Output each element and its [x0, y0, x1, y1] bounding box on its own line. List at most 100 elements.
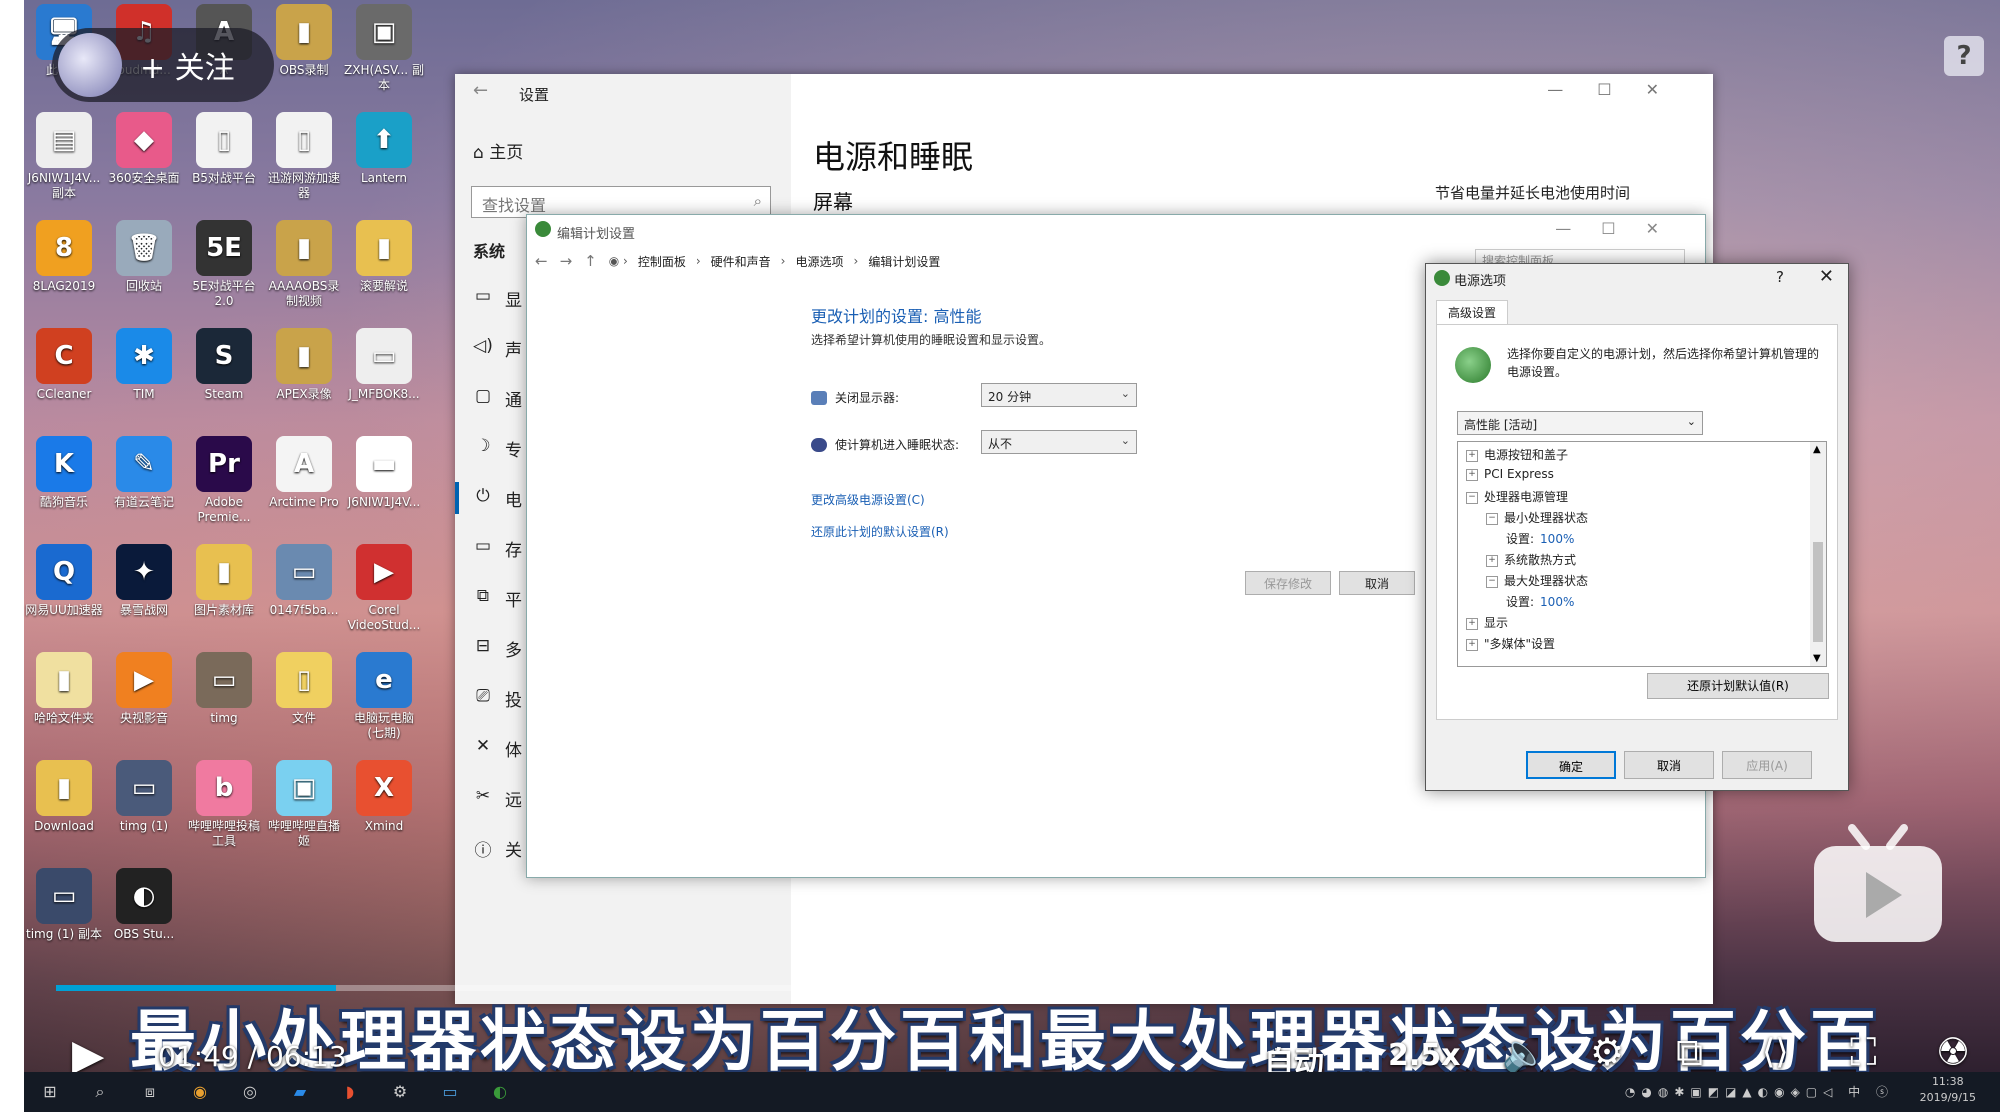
scroll-down-icon[interactable]: ▼ — [1813, 653, 1821, 664]
settings-gear-icon[interactable]: ⚙ — [1590, 1030, 1624, 1074]
desktop-icon[interactable]: ▤ J6NIW1J4V... 副本 — [24, 112, 104, 201]
nav-forward-icon[interactable]: → — [560, 252, 573, 270]
tree-node[interactable]: + 显示 — [1466, 614, 1508, 631]
desktop-icon[interactable]: ▮ 图片素材库 — [184, 544, 264, 618]
tree-node[interactable]: − 处理器电源管理 — [1466, 488, 1568, 505]
desktop-icon[interactable]: ⬆ Lantern — [344, 112, 424, 186]
expand-icon[interactable]: + — [1466, 468, 1478, 481]
danmaku-icon[interactable]: ☢ — [1936, 1030, 1970, 1074]
follow-label[interactable]: + 关注 — [140, 43, 235, 87]
desktop-icon[interactable]: ▬ J6NIW1J4V... — [344, 436, 424, 510]
app-icon[interactable]: ◎ — [238, 1080, 262, 1104]
desktop-icon[interactable]: Q 网易UU加速器 — [24, 544, 104, 618]
close-icon[interactable]: ✕ — [1819, 266, 1834, 287]
breadcrumb-edit-plan[interactable]: 编辑计划设置 — [868, 253, 940, 270]
nav-back-icon[interactable]: ← — [535, 252, 548, 270]
expand-icon[interactable]: + — [1466, 617, 1478, 630]
desktop-icon[interactable]: C CCleaner — [24, 328, 104, 402]
start-icon[interactable]: ⊞ — [38, 1080, 62, 1104]
tree-node[interactable]: 设置: 100% — [1506, 593, 1574, 610]
widescreen-icon[interactable]: ⟨⟩ — [1762, 1032, 1789, 1072]
help-button[interactable]: ? — [1776, 268, 1784, 286]
collapse-icon[interactable]: − — [1486, 512, 1498, 525]
system-tray[interactable]: ◔◕◍✱▣◩◪▲◐◉◈▢◁ 中 ⓢ — [1494, 1080, 1894, 1104]
restore-plan-defaults-button[interactable]: 还原计划默认值(R) — [1647, 673, 1829, 699]
desktop-icon[interactable]: ▭ timg — [184, 652, 264, 726]
settings-app-icon[interactable]: ⚙ — [388, 1080, 412, 1104]
collapse-icon[interactable]: − — [1466, 491, 1478, 504]
settings-tree[interactable]: + 电源按钮和盖子 + PCI Express − 处理器电源管理 − 最小处理器状态 设置: 1… — [1457, 441, 1827, 667]
desktop-icon[interactable]: ▯ B5对战平台 — [184, 112, 264, 186]
desktop-icon[interactable]: ✎ 有道云笔记 — [104, 436, 184, 510]
uploader-avatar[interactable] — [58, 33, 122, 97]
tree-node-value[interactable]: 100% — [1540, 532, 1574, 546]
chrome-icon[interactable]: ◉ — [188, 1080, 212, 1104]
desktop-icon[interactable]: ▭ timg (1) 副本 — [24, 868, 104, 942]
window-controls[interactable]: —☐✕ — [1555, 219, 1689, 238]
advanced-settings-link[interactable]: 更改高级电源设置(C) — [811, 491, 925, 508]
follow-badge[interactable]: + 关注 — [52, 28, 274, 102]
volume-icon[interactable]: 🔈 — [1502, 1032, 1547, 1074]
bilibili-tv-icon[interactable] — [1812, 824, 1944, 944]
cancel-button[interactable]: 取消 — [1624, 751, 1714, 779]
picture-in-picture-icon[interactable]: ⧉ — [1676, 1030, 1703, 1075]
nav-up-icon[interactable]: ↑ — [584, 252, 597, 270]
desktop-icon[interactable]: 🗑 回收站 — [104, 220, 184, 294]
back-arrow-icon[interactable]: ← — [473, 80, 488, 101]
desktop-icon[interactable]: 5E 5E对战平台 2.0 — [184, 220, 264, 309]
tree-node-value[interactable]: 100% — [1540, 595, 1574, 609]
desktop-icon[interactable]: ▭ 0147f5ba... — [264, 544, 344, 618]
tree-node[interactable]: + "多媒体"设置 — [1466, 635, 1555, 652]
tab-advanced-settings[interactable]: 高级设置 — [1436, 300, 1508, 325]
desktop-icon[interactable]: e 电脑玩电脑 (七期) — [344, 652, 424, 741]
collapse-icon[interactable]: − — [1486, 575, 1498, 588]
desktop-icon[interactable]: ▮ OBS录制 — [264, 4, 344, 78]
speed-button[interactable]: 2.5x — [1388, 1038, 1461, 1073]
taskbar-clock[interactable]: 11:38 2019/9/15 — [1920, 1074, 1976, 1106]
desktop-icon[interactable]: b 哔哩哔哩投稿工具 — [184, 760, 264, 849]
desktop-icon[interactable]: ✱ TIM — [104, 328, 184, 402]
search-icon[interactable]: ⌕ — [88, 1080, 112, 1104]
tree-node[interactable]: + PCI Express — [1466, 467, 1554, 481]
power-app-icon[interactable]: ◐ — [488, 1080, 512, 1104]
plan-select[interactable]: 高性能 [活动] ⌄ — [1457, 411, 1703, 435]
desktop-icon[interactable]: ▮ 滚要解说 — [344, 220, 424, 294]
desktop-icon[interactable]: ▶ Corel VideoStud... — [344, 544, 424, 633]
ccleaner-icon[interactable]: ◗ — [338, 1080, 362, 1104]
save-button[interactable]: 保存修改 — [1245, 571, 1331, 595]
tree-node[interactable]: 设置: 100% — [1506, 530, 1574, 547]
desktop-icon[interactable]: ▭ J_MFBOK8... — [344, 328, 424, 402]
expand-icon[interactable]: + — [1466, 449, 1478, 462]
battery-tip-link[interactable]: 节省电量并延长电池使用时间 — [1435, 182, 1630, 203]
desktop-icon[interactable]: Pr Adobe Premie... — [184, 436, 264, 525]
breadcrumb-power-options[interactable]: 电源选项 — [795, 253, 843, 270]
breadcrumb-control-panel[interactable]: 控制面板 — [638, 253, 686, 270]
desktop-icon[interactable]: ▶ 央视影音 — [104, 652, 184, 726]
desktop-icon[interactable]: 8 8LAG2019 — [24, 220, 104, 294]
help-icon[interactable]: ? — [1944, 36, 1984, 76]
desktop-icon[interactable]: S Steam — [184, 328, 264, 402]
desktop-icon[interactable]: ▮ Download — [24, 760, 104, 834]
breadcrumb-hardware[interactable]: 硬件和声音 — [711, 253, 771, 270]
scroll-up-icon[interactable]: ▲ — [1813, 444, 1821, 455]
display-off-select[interactable]: 20 分钟 ⌄ — [981, 383, 1137, 407]
desktop-icon[interactable]: ◐ OBS Stu... — [104, 868, 184, 942]
tree-scrollbar[interactable]: ▲ ▼ — [1810, 442, 1826, 666]
tree-node[interactable]: + 电源按钮和盖子 — [1466, 446, 1568, 463]
desktop-icon[interactable]: ▯ 迅游网游加速器 — [264, 112, 344, 201]
tree-node[interactable]: − 最小处理器状态 — [1486, 509, 1588, 526]
sleep-select[interactable]: 从不 ⌄ — [981, 430, 1137, 454]
desktop-icon[interactable]: ▣ ZXH(ASV... 副本 — [344, 4, 424, 93]
desktop-icon[interactable]: ▮ 哈哈文件夹 — [24, 652, 104, 726]
desktop-icon[interactable]: ◆ 360安全桌面 — [104, 112, 184, 186]
window-controls[interactable]: —☐✕ — [1547, 80, 1693, 99]
monitor-app-icon[interactable]: ▭ — [438, 1080, 462, 1104]
desktop-icon[interactable]: ▮ APEX录像 — [264, 328, 344, 402]
tree-node[interactable]: − 最大处理器状态 — [1486, 572, 1588, 589]
desktop-icon[interactable]: ▭ timg (1) — [104, 760, 184, 834]
task-view-icon[interactable]: ⧈ — [138, 1080, 162, 1104]
expand-icon[interactable]: + — [1466, 638, 1478, 651]
apply-button[interactable]: 应用(A) — [1722, 751, 1812, 779]
desktop-icon[interactable]: ▣ 哔哩哔哩直播姬 — [264, 760, 344, 849]
tree-node[interactable]: + 系统散热方式 — [1486, 551, 1576, 568]
